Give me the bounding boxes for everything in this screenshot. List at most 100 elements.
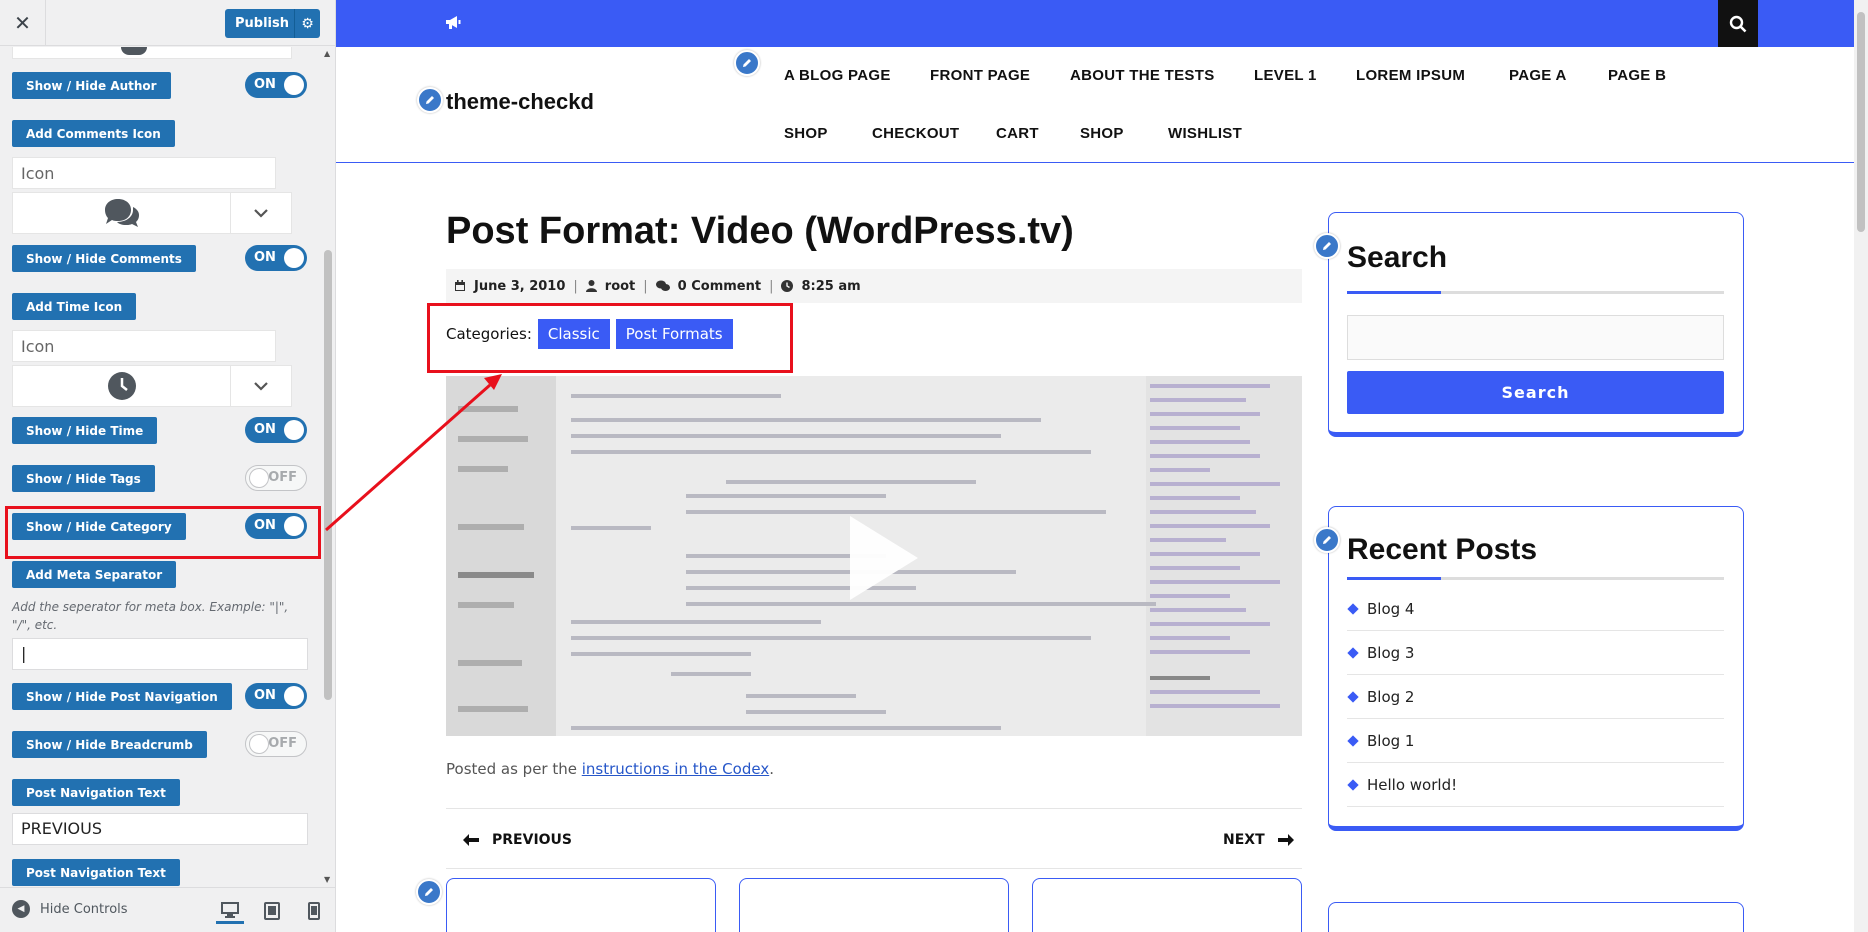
nav-item-cart[interactable]: CART: [996, 125, 1039, 142]
recent-posts-widget: Recent Posts Blog 4 Blog 3 Blog 2 Blog 1…: [1328, 506, 1744, 831]
edit-menu-pencil-icon[interactable]: [734, 50, 760, 76]
add-meta-separator-button[interactable]: Add Meta Separator: [12, 561, 177, 588]
divider: [446, 808, 1302, 809]
site-title[interactable]: theme-checkd: [446, 89, 594, 115]
tablet-preview-icon[interactable]: [258, 898, 286, 924]
post-navigation-text-button[interactable]: Post Navigation Text: [12, 779, 180, 806]
controls-scrollbar[interactable]: ▲ ▼: [322, 47, 334, 887]
codex-link[interactable]: instructions in the Codex: [582, 760, 769, 778]
site-header: theme-checkd A BLOG PAGE FRONT PAGE ABOU…: [336, 47, 1854, 163]
play-icon[interactable]: [850, 516, 918, 600]
controls-list: Show / Hide Author ON Add Comments Icon …: [0, 47, 322, 887]
previous-post-link[interactable]: PREVIOUS: [462, 832, 572, 848]
edit-search-widget-pencil-icon[interactable]: [1314, 233, 1340, 259]
related-post-card[interactable]: [446, 878, 716, 932]
show-hide-tags-button[interactable]: Show / Hide Tags: [12, 465, 155, 492]
categories-highlight: [427, 303, 793, 373]
preview-scrollbar[interactable]: [1854, 0, 1868, 932]
megaphone-icon: [444, 13, 464, 33]
post-navigation-text-button-2[interactable]: Post Navigation Text: [12, 859, 180, 886]
show-hide-breadcrumb-button[interactable]: Show / Hide Breadcrumb: [12, 731, 207, 758]
nav-item-shop-2[interactable]: SHOP: [1080, 125, 1124, 142]
mobile-preview-icon[interactable]: [300, 898, 328, 924]
next-post-link[interactable]: NEXT: [1223, 832, 1295, 848]
scroll-up-icon[interactable]: ▲: [324, 49, 330, 58]
recent-post-link[interactable]: Blog 4: [1347, 587, 1724, 631]
divider: [446, 868, 1302, 869]
edit-related-pencil-icon[interactable]: [416, 879, 442, 905]
hide-controls-label: Hide Controls: [40, 901, 128, 917]
comments-icon: [655, 280, 670, 291]
comments-toggle[interactable]: ON: [245, 245, 307, 271]
arrow-right-icon: [1277, 834, 1294, 846]
scroll-down-icon[interactable]: ▼: [324, 875, 330, 884]
nav-item-front-page[interactable]: FRONT PAGE: [930, 67, 1030, 84]
show-hide-post-navigation-button[interactable]: Show / Hide Post Navigation: [12, 683, 232, 710]
post-navigation-toggle[interactable]: ON: [245, 683, 307, 709]
nav-item-shop[interactable]: SHOP: [784, 125, 828, 142]
hide-controls-button[interactable]: ◀ Hide Controls: [12, 900, 128, 918]
post-date[interactable]: June 3, 2010: [474, 279, 565, 294]
chevron-down-icon[interactable]: [231, 366, 291, 406]
post-comments[interactable]: 0 Comment: [678, 279, 761, 294]
post-author[interactable]: root: [605, 279, 636, 294]
edit-site-title-pencil-icon[interactable]: [417, 87, 443, 113]
post-navigation-text-input[interactable]: PREVIOUS: [12, 813, 308, 845]
nav-item-wishlist[interactable]: WISHLIST: [1168, 125, 1242, 142]
scrollbar-thumb[interactable]: [1857, 12, 1865, 232]
time-toggle[interactable]: ON: [245, 417, 307, 443]
time-icon-input[interactable]: Icon: [12, 330, 276, 362]
meta-separator: |: [573, 278, 578, 294]
meta-separator: |: [769, 278, 774, 294]
diamond-bullet-icon: [1347, 646, 1359, 659]
edit-recent-posts-pencil-icon[interactable]: [1314, 527, 1340, 553]
publish-button[interactable]: Publish ⚙: [225, 9, 320, 38]
meta-separator: |: [643, 278, 648, 294]
nav-item-page-a[interactable]: PAGE A: [1509, 67, 1567, 84]
show-hide-comments-button[interactable]: Show / Hide Comments: [12, 245, 196, 272]
related-post-card[interactable]: [1032, 878, 1302, 932]
tags-toggle[interactable]: OFF: [245, 465, 307, 491]
nav-item-about-the-tests[interactable]: ABOUT THE TESTS: [1070, 67, 1215, 84]
author-toggle[interactable]: ON: [245, 72, 307, 98]
add-comments-icon-button[interactable]: Add Comments Icon: [12, 120, 175, 147]
show-hide-author-button[interactable]: Show / Hide Author: [12, 72, 171, 99]
search-icon[interactable]: [1718, 0, 1758, 47]
clock-icon: [13, 366, 231, 406]
nav-item-a-blog-page[interactable]: A BLOG PAGE: [784, 67, 891, 84]
post-meta-bar: June 3, 2010 | root | 0 Comment | 8:25 a…: [446, 269, 1302, 303]
search-input[interactable]: [1347, 315, 1724, 360]
publish-label: Publish: [235, 16, 289, 31]
widget-title-underline: [1347, 577, 1724, 580]
time-icon-picker[interactable]: [12, 365, 292, 407]
nav-item-lorem-ipsum[interactable]: LOREM IPSUM: [1356, 67, 1465, 84]
diamond-bullet-icon: [1347, 734, 1359, 747]
nav-item-checkout[interactable]: CHECKOUT: [872, 125, 959, 142]
search-button[interactable]: Search: [1347, 371, 1724, 414]
recent-post-link[interactable]: Blog 1: [1347, 719, 1724, 763]
nav-item-level-1[interactable]: LEVEL 1: [1254, 67, 1317, 84]
close-icon[interactable]: ✕: [0, 0, 46, 46]
panel-header: ✕ Publish ⚙: [0, 0, 335, 46]
show-hide-time-button[interactable]: Show / Hide Time: [12, 417, 158, 444]
related-post-card[interactable]: [739, 878, 1009, 932]
desktop-preview-icon[interactable]: [216, 898, 244, 924]
toggle-knob: [284, 75, 304, 95]
nav-item-page-b[interactable]: PAGE B: [1608, 67, 1666, 84]
recent-post-link[interactable]: Blog 3: [1347, 631, 1724, 675]
breadcrumb-toggle[interactable]: OFF: [245, 731, 307, 757]
separator-input[interactable]: |: [12, 638, 308, 670]
diamond-bullet-icon: [1347, 778, 1359, 791]
scrollbar-thumb[interactable]: [324, 250, 332, 700]
recent-post-link[interactable]: Hello world!: [1347, 763, 1724, 807]
gear-icon[interactable]: ⚙: [294, 9, 320, 38]
comments-icon-picker[interactable]: [12, 192, 292, 234]
clock-icon: [781, 280, 794, 292]
add-time-icon-button[interactable]: Add Time Icon: [12, 293, 137, 320]
previous-label: PREVIOUS: [492, 832, 573, 848]
video-embed[interactable]: [446, 376, 1302, 736]
recent-post-link[interactable]: Blog 2: [1347, 675, 1724, 719]
comments-icon-input[interactable]: Icon: [12, 157, 276, 189]
chevron-down-icon[interactable]: [231, 193, 291, 233]
site-preview: theme-checkd A BLOG PAGE FRONT PAGE ABOU…: [336, 0, 1854, 932]
